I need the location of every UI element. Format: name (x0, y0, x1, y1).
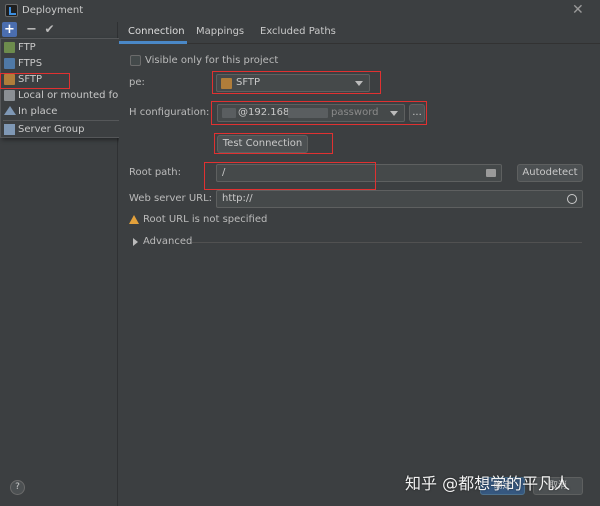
ssh-config-label: H configuration: (129, 107, 210, 118)
active-tab-indicator (119, 41, 187, 44)
remove-server-button[interactable]: − (24, 22, 39, 37)
highlight-box-type (212, 71, 381, 94)
watermark-text: 知乎 @都想学的平凡人 (405, 474, 571, 493)
menu-item-label: FTPS (18, 58, 43, 69)
ftp-icon (4, 42, 15, 53)
menu-item-label: Server Group (18, 124, 85, 135)
title-bar: Deployment ✕ (0, 0, 600, 22)
menu-item-ftps[interactable]: FTPS (1, 56, 137, 72)
visible-only-label: Visible only for this project (145, 55, 279, 66)
menu-item-label: FTP (18, 42, 36, 53)
globe-icon[interactable] (567, 194, 577, 204)
menu-item-in-place[interactable]: In place (1, 104, 137, 120)
menu-item-label: In place (18, 106, 58, 117)
tab-mappings[interactable]: Mappings (196, 26, 244, 37)
type-label: pe: (129, 77, 145, 88)
tab-bar: Connection Mappings Excluded Paths (119, 22, 600, 44)
highlight-box-ssh (211, 101, 427, 125)
advanced-divider (192, 242, 582, 243)
folder-icon (4, 90, 15, 101)
tab-excluded-paths[interactable]: Excluded Paths (260, 26, 336, 37)
warning-text: Root URL is not specified (143, 214, 268, 225)
add-server-button[interactable]: + (2, 22, 17, 37)
help-button[interactable]: ? (10, 480, 25, 495)
highlight-box-sftp (0, 73, 70, 89)
web-url-label: Web server URL: (129, 193, 213, 204)
menu-item-local-folder[interactable]: Local or mounted folder (1, 88, 138, 104)
folder-open-icon[interactable] (486, 169, 496, 177)
window-title: Deployment (22, 5, 84, 16)
autodetect-button[interactable]: Autodetect (517, 164, 583, 182)
root-path-label: Root path: (129, 167, 181, 178)
warning-icon (129, 215, 139, 224)
home-icon (4, 106, 16, 115)
apply-button[interactable]: ✔ (42, 22, 57, 37)
chevron-right-icon[interactable] (133, 238, 138, 246)
web-url-input[interactable]: http:// (216, 190, 583, 208)
menu-item-server-group[interactable]: Server Group (1, 122, 137, 138)
visible-only-checkbox[interactable] (130, 55, 141, 66)
highlight-box-test (214, 133, 333, 154)
connection-panel: Connection Mappings Excluded Paths (119, 22, 600, 506)
app-icon (5, 4, 18, 17)
server-group-icon (4, 124, 15, 135)
menu-item-ftp[interactable]: FTP (1, 40, 137, 56)
highlight-box-root-path (204, 162, 376, 190)
close-icon[interactable]: ✕ (572, 2, 584, 18)
advanced-toggle[interactable]: Advanced (143, 236, 192, 247)
menu-separator (3, 120, 135, 121)
tab-connection[interactable]: Connection (128, 26, 185, 37)
ftps-icon (4, 58, 15, 69)
web-url-value: http:// (222, 193, 253, 204)
